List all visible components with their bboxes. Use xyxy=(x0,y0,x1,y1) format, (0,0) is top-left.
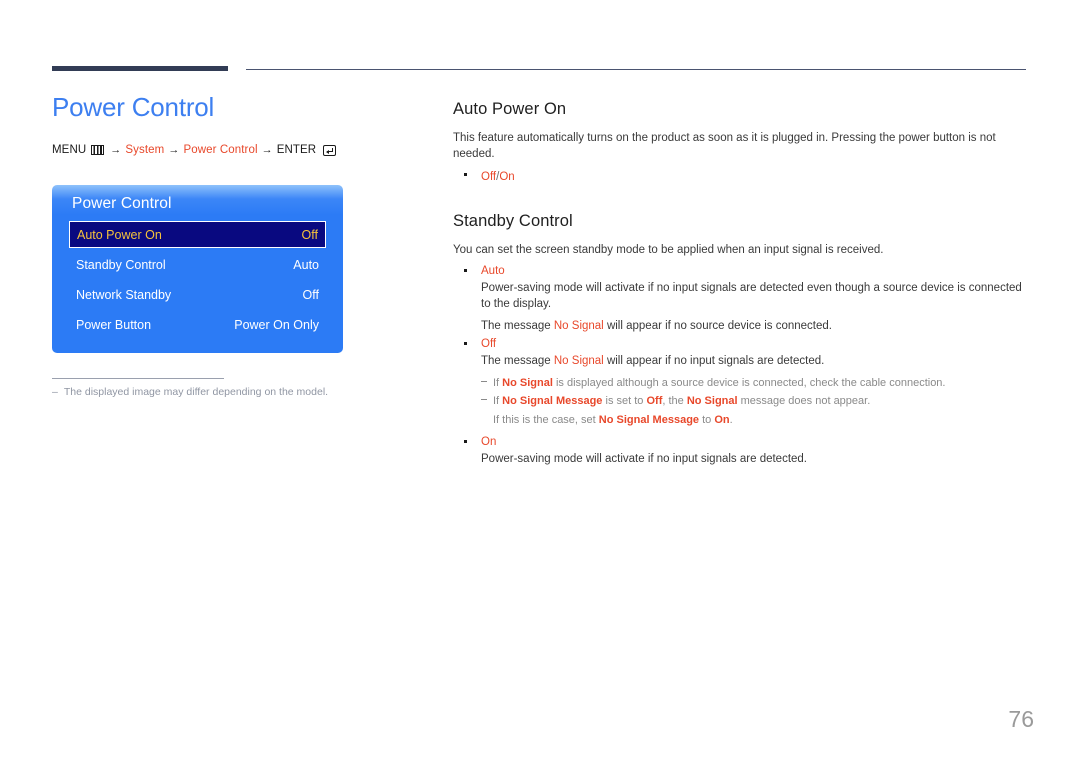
breadcrumb-arrow-2: → xyxy=(168,144,180,156)
text-post: is displayed although a source device is… xyxy=(552,377,946,389)
left-column: Power Control MENU → System → Power Cont… xyxy=(52,92,412,156)
section2-options-list: Auto Power-saving mode will activate if … xyxy=(453,263,1028,467)
no-signal-message-term: No Signal Message xyxy=(598,414,700,426)
section-heading-standby-control: Standby Control xyxy=(453,212,573,230)
osd-row-value: Off xyxy=(302,288,319,302)
text-pre: If this is the case, set xyxy=(493,414,599,426)
page-title: Power Control xyxy=(52,92,215,122)
text-pre: The message xyxy=(481,355,554,367)
no-signal-term: No Signal xyxy=(686,395,738,407)
osd-row-auto-power-on[interactable]: Auto Power On Off xyxy=(69,221,326,248)
osd-menu-title: Power Control xyxy=(72,195,172,212)
section1-paragraph: This feature automatically turns on the … xyxy=(453,132,996,160)
right-column: Auto Power On This feature automatically… xyxy=(453,100,1028,469)
auto-description: Power-saving mode will activate if no in… xyxy=(481,282,1022,310)
header-accent-bar xyxy=(52,66,228,71)
footnote: – The displayed image may differ dependi… xyxy=(52,386,328,398)
text-mid: to xyxy=(699,414,715,426)
enter-key-icon xyxy=(323,144,337,156)
breadcrumb-item-system: System xyxy=(125,144,165,156)
on-description: Power-saving mode will activate if no in… xyxy=(481,453,808,465)
subnote-no-signal-message: If No Signal Message is set to Off, the … xyxy=(481,394,1028,409)
text-pre: If xyxy=(493,377,503,389)
osd-row-value: Auto xyxy=(293,258,319,272)
osd-row-value: Power On Only xyxy=(234,318,319,332)
menu-grid-icon xyxy=(91,145,105,155)
option-off: Off xyxy=(481,171,497,183)
no-signal-message-term: No Signal Message xyxy=(502,395,603,407)
list-item-auto: Auto Power-saving mode will activate if … xyxy=(453,263,1028,334)
osd-row-power-button[interactable]: Power Button Power On Only xyxy=(69,312,326,338)
footnote-divider xyxy=(52,378,224,379)
auto-no-signal-note: The message No Signal will appear if no … xyxy=(481,318,1028,334)
subnote-cable-connection: If No Signal is displayed although a sou… xyxy=(481,376,1028,391)
breadcrumb-menu-label: MENU xyxy=(52,144,87,156)
list-item: Off/On xyxy=(453,167,1028,185)
breadcrumb-arrow-1: → xyxy=(110,144,122,156)
text-pre: The message xyxy=(481,320,554,332)
no-signal-term: No Signal xyxy=(502,377,553,389)
list-item-off: Off The message No Signal will appear if… xyxy=(453,336,1028,428)
value-on-term: On xyxy=(714,414,730,426)
footnote-dash: – xyxy=(52,386,58,398)
text-pre: If xyxy=(493,395,503,407)
osd-menu-screenshot: Power Control Auto Power On Off Standby … xyxy=(52,185,343,353)
section-heading-auto-power-on: Auto Power On xyxy=(453,100,567,118)
option-label-auto: Auto xyxy=(481,265,505,277)
breadcrumb-enter-label: ENTER xyxy=(276,144,317,156)
osd-menu-rows: Auto Power On Off Standby Control Auto N… xyxy=(52,221,343,338)
osd-row-label: Power Button xyxy=(76,318,152,332)
header-divider-line xyxy=(246,69,1026,70)
breadcrumb-item-power-control: Power Control xyxy=(183,144,258,156)
no-signal-term: No Signal xyxy=(553,320,604,332)
osd-row-label: Network Standby xyxy=(76,288,172,302)
option-pair: Off/On xyxy=(481,171,515,183)
breadcrumb: MENU → System → Power Control → ENTER xyxy=(52,144,412,156)
text-mid-1: is set to xyxy=(602,395,647,407)
text-post: will appear if no source device is conne… xyxy=(603,320,832,332)
value-off-term: Off xyxy=(646,395,663,407)
page-number: 76 xyxy=(1008,706,1034,732)
osd-row-network-standby[interactable]: Network Standby Off xyxy=(69,282,326,308)
off-no-signal-note: The message No Signal will appear if no … xyxy=(481,353,1028,369)
text-post: . xyxy=(729,414,733,426)
subnote-continuation: If this is the case, set No Signal Messa… xyxy=(481,413,1028,428)
list-item-on: On Power-saving mode will activate if no… xyxy=(453,434,1028,467)
osd-row-value: Off xyxy=(301,227,318,242)
option-on: On xyxy=(499,171,515,183)
option-label-on: On xyxy=(481,436,497,448)
section1-options-list: Off/On xyxy=(453,167,1028,185)
footnote-text: The displayed image may differ depending… xyxy=(63,386,329,398)
text-post: message does not appear. xyxy=(737,395,871,407)
osd-row-standby-control[interactable]: Standby Control Auto xyxy=(69,252,326,278)
osd-row-label: Auto Power On xyxy=(77,227,162,242)
text-mid-2: , the xyxy=(662,395,687,407)
text-post: will appear if no input signals are dete… xyxy=(603,355,825,367)
section2-paragraph: You can set the screen standby mode to b… xyxy=(453,244,884,256)
off-subnotes-list: If No Signal is displayed although a sou… xyxy=(481,376,1028,409)
osd-row-label: Standby Control xyxy=(76,258,166,272)
breadcrumb-arrow-3: → xyxy=(261,144,273,156)
no-signal-term: No Signal xyxy=(553,355,604,367)
option-label-off: Off xyxy=(481,338,497,350)
